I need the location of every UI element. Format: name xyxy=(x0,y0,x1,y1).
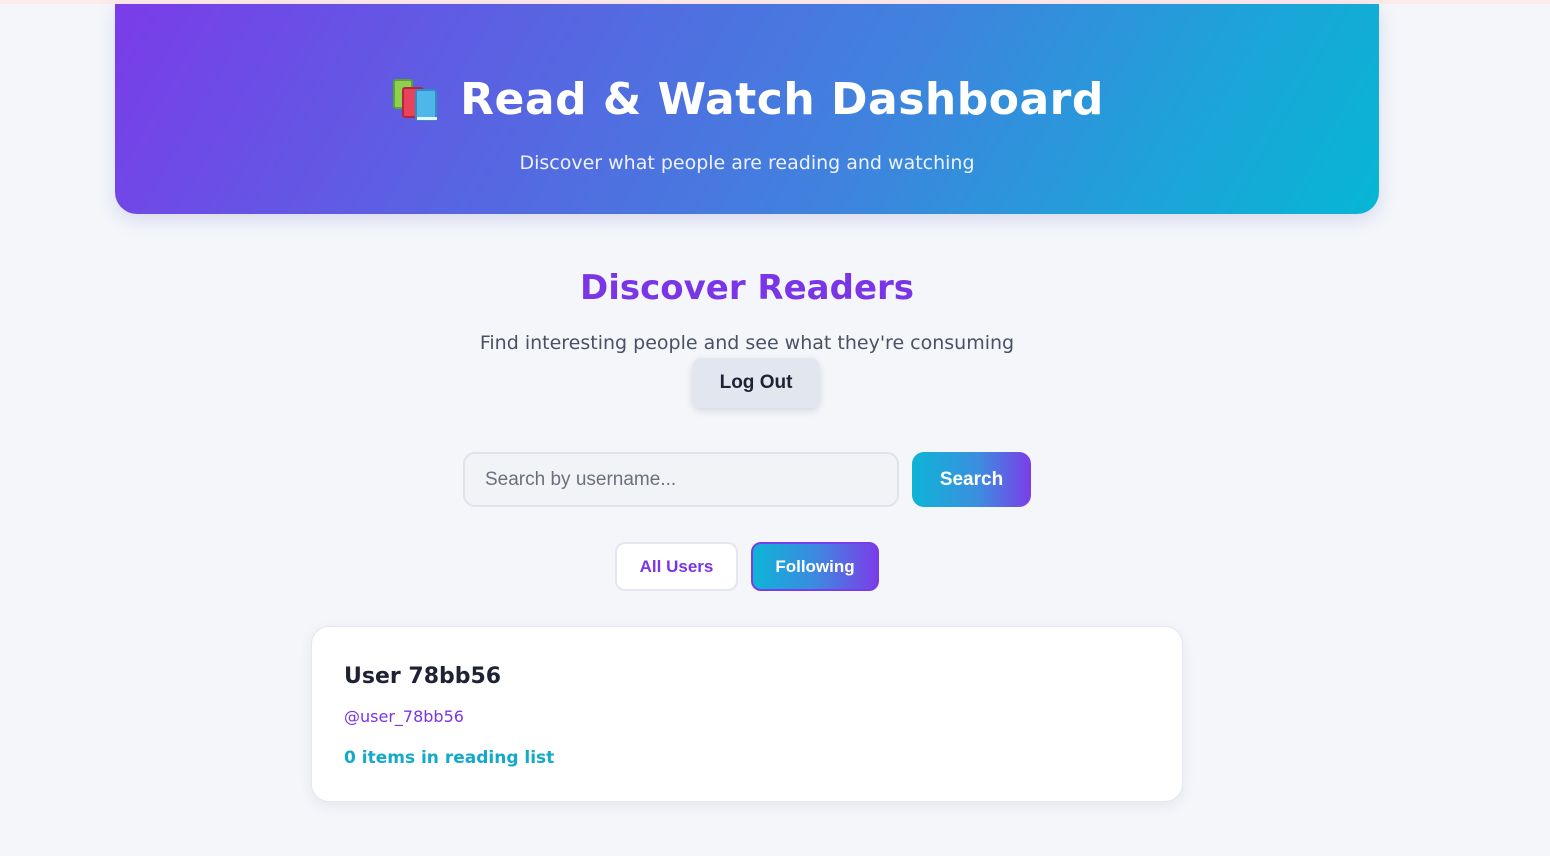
dashboard-header: Read & Watch Dashboard Discover what peo… xyxy=(115,4,1379,214)
tab-all-users[interactable]: All Users xyxy=(615,542,738,591)
page-title: Read & Watch Dashboard xyxy=(460,74,1104,125)
discover-readers-subtitle: Find interesting people and see what the… xyxy=(479,332,1015,354)
user-card[interactable]: User 78bb56 @user_78bb56 0 items in read… xyxy=(311,626,1183,802)
reading-list-count: 0 items in reading list xyxy=(344,748,555,768)
discover-readers-heading: Discover Readers xyxy=(579,268,915,308)
books-icon xyxy=(390,77,440,123)
page-subtitle: Discover what people are reading and wat… xyxy=(519,152,975,174)
tab-following[interactable]: Following xyxy=(751,542,879,591)
user-handle: @user_78bb56 xyxy=(344,707,464,726)
logout-button[interactable]: Log Out xyxy=(692,358,820,408)
header-title-row: Read & Watch Dashboard xyxy=(115,72,1379,128)
search-button[interactable]: Search xyxy=(912,452,1031,507)
user-name: User 78bb56 xyxy=(344,664,502,689)
username-search-input[interactable] xyxy=(463,452,899,507)
